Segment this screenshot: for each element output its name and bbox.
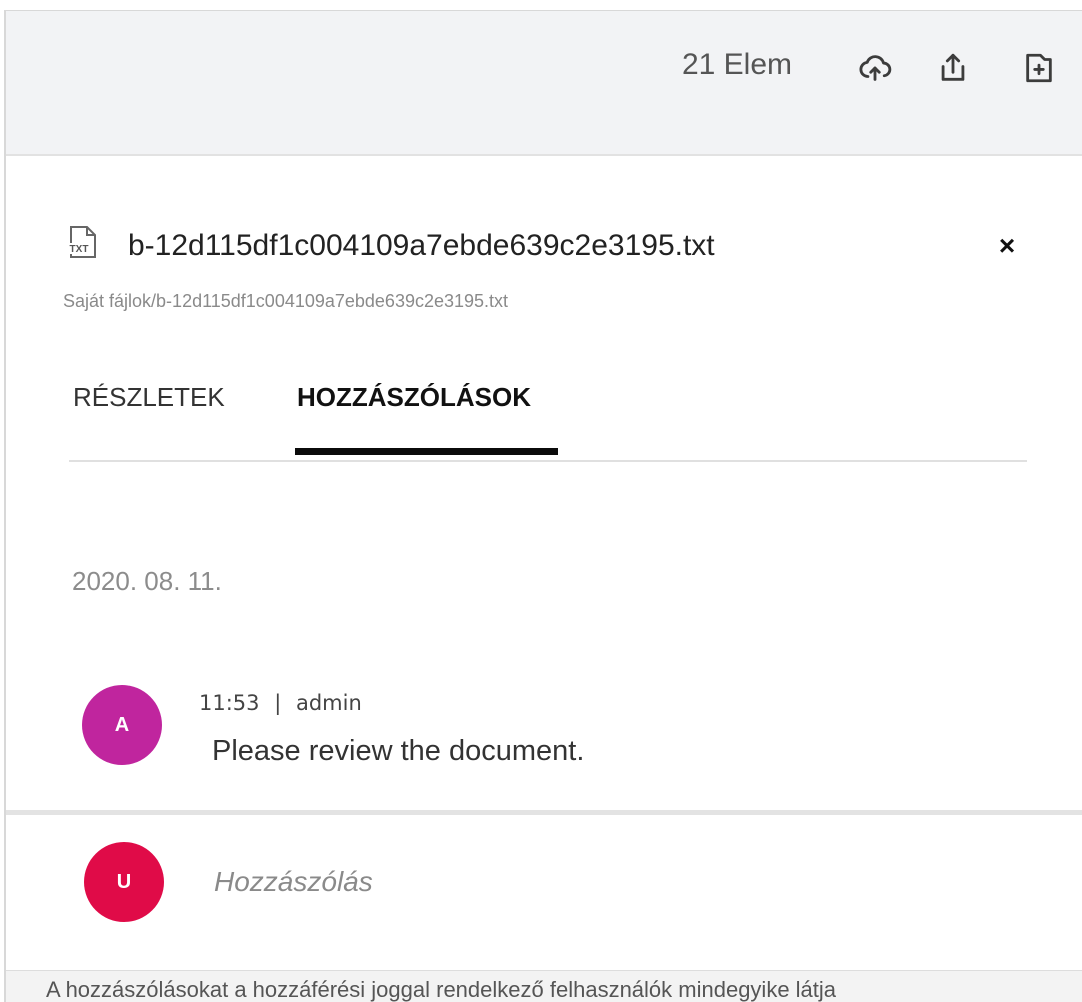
avatar-letter: A	[114, 713, 130, 736]
comment-input[interactable]	[214, 857, 974, 907]
tab-bar: RÉSZLETEK HOZZÁSZÓLÁSOK	[69, 382, 1027, 462]
tab-comments[interactable]: HOZZÁSZÓLÁSOK	[297, 382, 531, 433]
avatar-letter: U	[116, 870, 132, 893]
cloud-upload-icon[interactable]	[858, 51, 892, 85]
top-toolbar: 21 Elem	[6, 11, 1082, 156]
active-tab-indicator	[295, 448, 558, 455]
divider	[6, 810, 1082, 815]
svg-text:TXT: TXT	[70, 244, 89, 255]
item-count: 21 Elem	[681, 48, 792, 81]
file-path: Saját fájlok/b-12d115df1c004109a7ebde639…	[63, 291, 509, 311]
comment-author: admin	[295, 691, 362, 715]
tab-details[interactable]: RÉSZLETEK	[73, 382, 225, 433]
share-export-icon[interactable]	[936, 51, 970, 85]
visibility-notice-text: A hozzászólásokat a hozzáférési joggal r…	[46, 977, 837, 1002]
comment-time: 11:53	[199, 691, 260, 715]
txt-file-icon: TXT	[63, 223, 101, 261]
avatar: A	[82, 685, 162, 765]
comment-text: Please review the document.	[212, 735, 585, 767]
current-user-avatar: U	[84, 842, 164, 922]
comment-meta: 11:53 | admin	[199, 691, 362, 715]
meta-separator: |	[274, 691, 282, 715]
close-button[interactable]: ×	[990, 229, 1024, 263]
comment-date: 2020. 08. 11.	[72, 566, 222, 596]
new-folder-icon[interactable]	[1022, 51, 1056, 85]
details-panel: 21 Elem TXT b-12d115df1c004109a7ebde639c…	[4, 10, 1082, 1002]
file-name: b-12d115df1c004109a7ebde639c2e3195.txt	[128, 229, 715, 262]
visibility-notice: A hozzászólásokat a hozzáférési joggal r…	[6, 970, 1082, 1002]
